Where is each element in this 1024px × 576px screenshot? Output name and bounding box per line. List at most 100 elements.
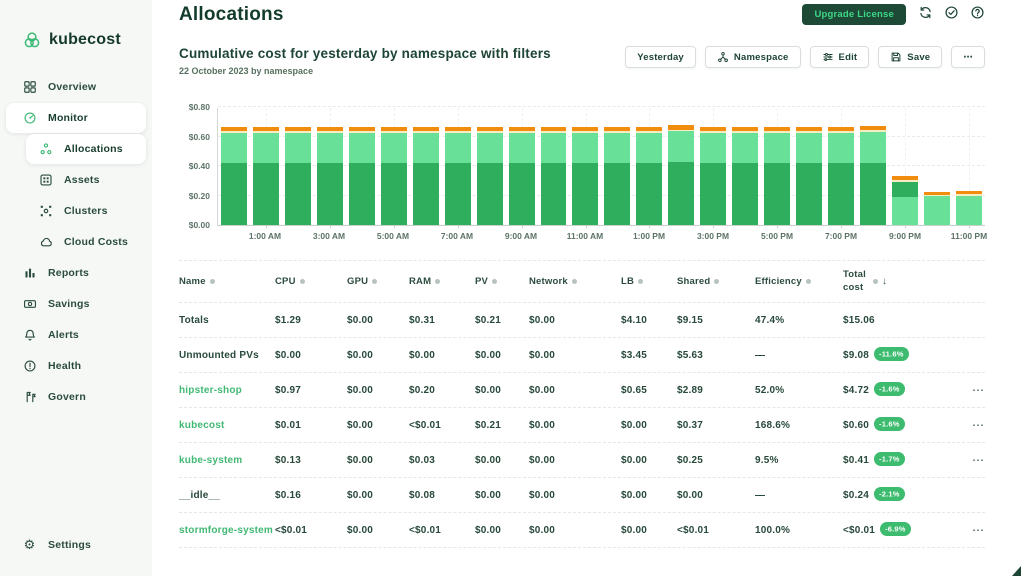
upgrade-license-button[interactable]: Upgrade License xyxy=(802,4,906,25)
cell-shared: $0.00 xyxy=(677,481,755,510)
stacked-bar-12-00-pm[interactable] xyxy=(604,127,630,225)
stacked-bar-2-00-pm[interactable] xyxy=(668,125,694,225)
cell-total-cost: $4.72-1.6% xyxy=(843,376,955,405)
stacked-bar-8-00-pm[interactable] xyxy=(860,126,886,225)
namespace-link[interactable]: kubecost xyxy=(179,409,275,442)
info-icon xyxy=(572,279,577,284)
column-header-ram[interactable]: RAM xyxy=(409,276,475,287)
table-row-idle[interactable]: __idle__$0.16$0.00$0.08$0.00$0.00$0.00$0… xyxy=(179,478,985,513)
namespace-link[interactable]: kube-system xyxy=(179,444,275,477)
stacked-bar-1-00-pm[interactable] xyxy=(636,127,662,225)
bar-segment-dark xyxy=(892,182,918,197)
refresh-button[interactable] xyxy=(917,7,933,23)
column-header-shared[interactable]: Shared xyxy=(677,276,755,287)
sidebar-item-monitor[interactable]: Monitor xyxy=(6,103,146,133)
help-button[interactable] xyxy=(969,7,985,23)
bar-slot xyxy=(282,108,314,225)
namespace-link[interactable]: hipster-shop xyxy=(179,374,275,407)
column-header-lb[interactable]: LB xyxy=(621,276,677,287)
sidebar-item-label: Assets xyxy=(64,174,100,186)
refresh-icon xyxy=(918,5,933,25)
sidebar-item-clusters[interactable]: Clusters xyxy=(26,196,146,226)
sidebar-item-health[interactable]: Health xyxy=(6,351,146,381)
stacked-bar-10-00-am[interactable] xyxy=(541,127,567,225)
cell-gpu: $0.00 xyxy=(347,411,409,440)
table-row-kube-system[interactable]: kube-system$0.13$0.00$0.03$0.00$0.00$0.0… xyxy=(179,443,985,478)
table-row-unmounted-pvs[interactable]: Unmounted PVs$0.00$0.00$0.00$0.00$0.00$3… xyxy=(179,338,985,373)
edit-button[interactable]: Edit xyxy=(810,46,870,68)
bar-segment-light xyxy=(860,132,886,163)
sidebar-item-label: Clusters xyxy=(64,205,108,217)
table-row-kubecost[interactable]: kubecost$0.01$0.00<$0.01$0.21$0.00$0.00$… xyxy=(179,408,985,443)
sidebar-item-assets[interactable]: Assets xyxy=(26,165,146,195)
stacked-bar-7-00-pm[interactable] xyxy=(828,127,854,225)
sidebar-item-overview[interactable]: Overview xyxy=(6,72,146,102)
save-button[interactable]: Save xyxy=(878,46,942,68)
bar-slot xyxy=(697,108,729,225)
cell-cpu: $0.16 xyxy=(275,481,347,510)
bar-slot xyxy=(729,108,761,225)
row-actions-button[interactable]: ⋯ xyxy=(955,523,985,537)
table-row-hipster-shop[interactable]: hipster-shop$0.97$0.00$0.20$0.00$0.00$0.… xyxy=(179,373,985,408)
sidebar-item-settings[interactable]: ⚙ Settings xyxy=(6,532,91,558)
stacked-bar-6-00-am[interactable] xyxy=(413,127,439,225)
cell-total-cost: <$0.01-6.9% xyxy=(843,516,955,545)
sidebar-item-allocations[interactable]: Allocations xyxy=(26,134,146,164)
bar-segment-light xyxy=(636,133,662,163)
bar-segment-light xyxy=(924,196,950,225)
stacked-bar-4-00-pm[interactable] xyxy=(732,127,758,225)
header-icon-buttons xyxy=(917,7,985,23)
stacked-bar-6-00-pm[interactable] xyxy=(796,127,822,225)
aggregate-button[interactable]: Namespace xyxy=(705,46,801,68)
column-header-total-cost[interactable]: Total cost↓ xyxy=(843,269,955,294)
column-header-name[interactable]: Name xyxy=(179,276,275,287)
stacked-bar-7-00-am[interactable] xyxy=(445,127,471,225)
cell-efficiency: 47.4% xyxy=(755,306,843,335)
column-header-cpu[interactable]: CPU xyxy=(275,276,347,287)
row-actions-button[interactable]: ⋯ xyxy=(955,453,985,467)
time-range-button[interactable]: Yesterday xyxy=(625,46,696,68)
row-actions-button[interactable]: ⋯ xyxy=(955,418,985,432)
kubecost-logo[interactable]: kubecost xyxy=(0,0,152,50)
column-header-network[interactable]: Network xyxy=(529,276,621,287)
x-tick-label: 9:00 PM xyxy=(889,231,921,241)
stacked-bar-8-00-am[interactable] xyxy=(477,127,503,225)
stacked-bar-5-00-am[interactable] xyxy=(381,127,407,225)
table-row-totals[interactable]: Totals$1.29$0.00$0.31$0.21$0.00$4.10$9.1… xyxy=(179,303,985,338)
stacked-bar-12-00-am[interactable] xyxy=(221,127,247,225)
chart-bars xyxy=(218,108,985,225)
stacked-bar-3-00-am[interactable] xyxy=(317,127,343,225)
stacked-bar-4-00-am[interactable] xyxy=(349,127,375,225)
column-header-efficiency[interactable]: Efficiency xyxy=(755,276,843,287)
stacked-bar-3-00-pm[interactable] xyxy=(700,127,726,225)
y-tick-label: $0.80 xyxy=(189,102,210,112)
corner-resize-handle[interactable] xyxy=(1012,566,1021,576)
row-actions-button[interactable]: ⋯ xyxy=(955,383,985,397)
bar-slot xyxy=(346,108,378,225)
stacked-bar-11-00-pm[interactable] xyxy=(956,191,982,225)
sidebar-item-reports[interactable]: Reports xyxy=(6,258,146,288)
sidebar-item-cloud-costs[interactable]: Cloud Costs xyxy=(26,227,146,257)
sidebar-item-savings[interactable]: Savings xyxy=(6,289,146,319)
namespace-link[interactable]: stormforge-system xyxy=(179,514,275,547)
total-cost-value: $9.08 xyxy=(843,350,869,361)
cell-network: $0.00 xyxy=(529,306,621,335)
stacked-bar-9-00-am[interactable] xyxy=(509,127,535,225)
stacked-bar-10-00-pm[interactable] xyxy=(924,192,950,225)
table-row-stormforge-system[interactable]: stormforge-system<$0.01$0.00<$0.01$0.00$… xyxy=(179,513,985,548)
more-options-button[interactable]: ⋯ xyxy=(951,46,985,68)
bar-slot xyxy=(410,108,442,225)
stacked-bar-1-00-am[interactable] xyxy=(253,127,279,225)
stacked-bar-9-00-pm[interactable] xyxy=(892,176,918,225)
stacked-bar-11-00-am[interactable] xyxy=(572,127,598,225)
sidebar-item-govern[interactable]: Govern xyxy=(6,382,146,412)
column-header-gpu[interactable]: GPU xyxy=(347,276,409,287)
column-header-pv[interactable]: PV xyxy=(475,276,529,287)
sidebar-item-alerts[interactable]: Alerts xyxy=(6,320,146,350)
stacked-bar-2-00-am[interactable] xyxy=(285,127,311,225)
toolbar-button-label: Edit xyxy=(839,52,858,63)
bar-segment-dark xyxy=(317,163,343,225)
stacked-bar-5-00-pm[interactable] xyxy=(764,127,790,225)
clusters-icon xyxy=(38,204,53,219)
status-button[interactable] xyxy=(943,7,959,23)
